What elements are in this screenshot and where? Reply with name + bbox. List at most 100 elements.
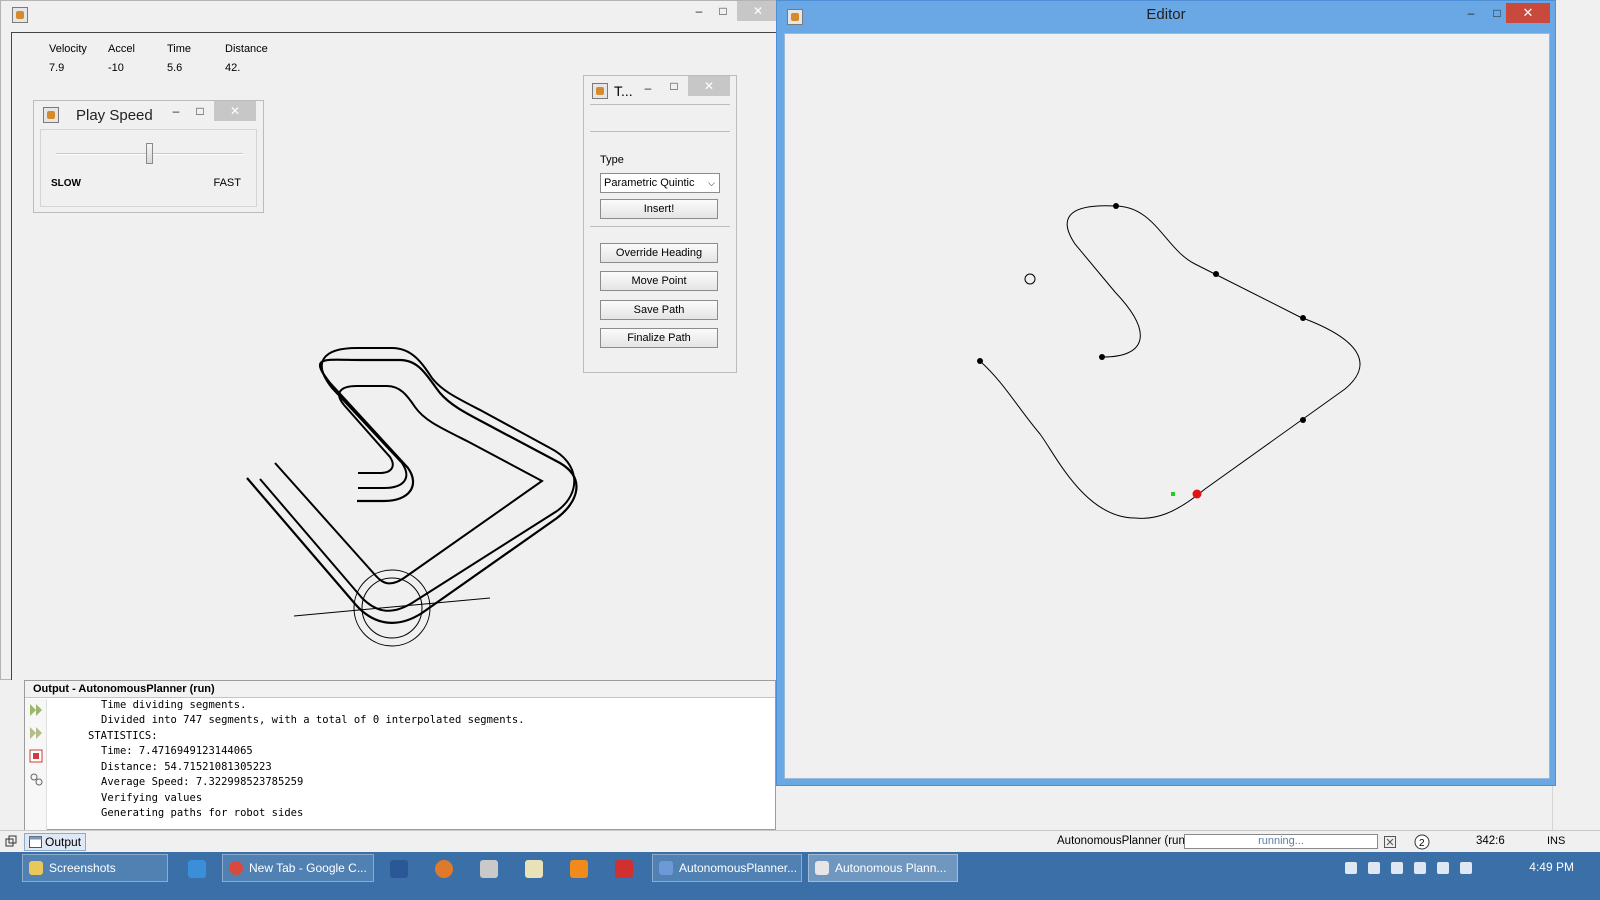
- output-line: Distance: 54.71521081305223: [101, 761, 272, 773]
- notepad-icon[interactable]: [525, 860, 543, 878]
- progress-bar: running...: [1184, 834, 1378, 849]
- java-app-icon: [43, 107, 59, 123]
- settings-icon[interactable]: [29, 772, 43, 786]
- output-line: Divided into 747 segments, with a total …: [101, 714, 525, 726]
- editor-canvas[interactable]: [784, 33, 1550, 779]
- taskbar-item-autonomous-planner[interactable]: Autonomous Plann...: [808, 854, 958, 882]
- stat-accel-value: -10: [108, 62, 124, 74]
- minimize-button[interactable]: –: [1457, 3, 1485, 23]
- close-button[interactable]: ✕: [737, 1, 779, 21]
- tray-icon[interactable]: [1391, 862, 1403, 874]
- path-point[interactable]: [1113, 203, 1119, 209]
- folder-icon: [29, 861, 43, 875]
- output-line: Generating paths for robot sides: [101, 807, 304, 819]
- word-icon[interactable]: [390, 860, 408, 878]
- taskbar: Screenshots New Tab - Google C... Autono…: [0, 852, 1600, 900]
- minimize-button[interactable]: –: [634, 78, 662, 98]
- path-point[interactable]: [1300, 417, 1306, 423]
- insert-button[interactable]: Insert!: [600, 199, 718, 219]
- firefox-icon[interactable]: [435, 860, 453, 878]
- move-point-button[interactable]: Move Point: [600, 271, 718, 291]
- chevron-down-icon: ⌵: [708, 178, 715, 188]
- restore-windows-icon[interactable]: [5, 835, 17, 847]
- close-button[interactable]: ✕: [1506, 3, 1550, 23]
- selected-path-point[interactable]: [1192, 489, 1202, 499]
- taskbar-item-label: Autonomous Plann...: [835, 861, 947, 875]
- maximize-button[interactable]: □: [660, 76, 688, 96]
- vlc-icon[interactable]: [570, 860, 588, 878]
- output-window-icon: [29, 836, 42, 848]
- tray-icon[interactable]: [1368, 862, 1380, 874]
- chrome-icon: [229, 861, 243, 875]
- stat-accel-label: Accel: [108, 43, 135, 55]
- taskbar-item-label: Screenshots: [49, 861, 116, 875]
- taskbar-item-netbeans[interactable]: AutonomousPlanner...: [652, 854, 802, 882]
- output-line: STATISTICS:: [88, 730, 158, 742]
- finalize-path-button[interactable]: Finalize Path: [600, 328, 718, 348]
- play-speed-slider-thumb[interactable]: [146, 143, 153, 164]
- show-hidden-icons-icon[interactable]: [1322, 862, 1330, 874]
- insert-mode-label: INS: [1547, 835, 1566, 847]
- play-speed-panel: SLOW FAST: [40, 129, 257, 207]
- taskbar-item-screenshots[interactable]: Screenshots: [22, 854, 168, 882]
- internet-explorer-icon[interactable]: [188, 860, 206, 878]
- play-speed-window: Play Speed – □ ✕ SLOW FAST: [33, 100, 264, 213]
- java-app-icon: [592, 83, 608, 99]
- power-icon[interactable]: [1414, 862, 1426, 874]
- volume-icon[interactable]: [1437, 862, 1449, 874]
- output-line: Time dividing segments.: [101, 699, 247, 711]
- tray-icon[interactable]: [1345, 862, 1357, 874]
- tools-window: T... – □ ✕ Type Parametric Quintic ⌵ Ins…: [583, 75, 737, 373]
- path-inner-line: [274, 385, 544, 585]
- maximize-button[interactable]: □: [186, 101, 214, 121]
- stop-icon[interactable]: [29, 749, 43, 763]
- rerun-different-icon[interactable]: [29, 726, 43, 740]
- robot-outer-circle: [353, 569, 431, 647]
- play-speed-title: Play Speed: [76, 107, 153, 124]
- path-point[interactable]: [1300, 315, 1306, 321]
- cursor-circle: [1024, 273, 1036, 285]
- save-path-button[interactable]: Save Path: [600, 300, 718, 320]
- close-button[interactable]: ✕: [214, 101, 256, 121]
- stat-distance-label: Distance: [225, 43, 268, 55]
- stat-distance-value: 42.: [225, 62, 241, 74]
- output-panel: Output - AutonomousPlanner (run) Time di…: [24, 680, 776, 830]
- path-point[interactable]: [1213, 271, 1219, 277]
- path-point[interactable]: [1099, 354, 1105, 360]
- java-app-icon: [12, 7, 28, 23]
- taskbar-item-label: New Tab - Google C...: [249, 861, 367, 875]
- cancel-process-icon[interactable]: [1384, 836, 1396, 848]
- maximize-button[interactable]: □: [709, 1, 737, 21]
- network-icon[interactable]: [1460, 862, 1472, 874]
- taskbar-item-chrome[interactable]: New Tab - Google C...: [222, 854, 374, 882]
- java-app-icon: [815, 861, 829, 875]
- output-header: Output - AutonomousPlanner (run): [25, 681, 775, 698]
- stat-time-label: Time: [167, 43, 192, 55]
- robot-inner-circle: [361, 577, 423, 639]
- background-window-edge: [1552, 0, 1600, 852]
- output-line: Average Speed: 7.322998523785259: [101, 776, 304, 788]
- netbeans-icon: [659, 861, 673, 875]
- stat-velocity-label: Velocity: [49, 43, 87, 55]
- robot-position-marker: [1171, 492, 1175, 496]
- editor-window: Editor – □ ✕: [776, 0, 1556, 786]
- stat-time-value: 5.6: [167, 62, 183, 74]
- clock[interactable]: 4:49 PM: [1529, 860, 1574, 874]
- app-icon[interactable]: [615, 860, 633, 878]
- app-icon[interactable]: [480, 860, 498, 878]
- tools-title: T...: [614, 83, 633, 99]
- rerun-icon[interactable]: [29, 703, 43, 717]
- spline-type-value: Parametric Quintic: [604, 177, 695, 189]
- path-point[interactable]: [977, 358, 983, 364]
- fast-label: FAST: [213, 177, 241, 189]
- output-tab-label: Output: [45, 835, 82, 849]
- notifications-icon[interactable]: 2: [1414, 834, 1430, 850]
- status-bar: Output AutonomousPlanner (run) running..…: [0, 830, 1600, 852]
- spline-path: [979, 205, 1361, 519]
- cursor-position: 342:6: [1476, 835, 1505, 847]
- spline-type-select[interactable]: Parametric Quintic ⌵: [600, 173, 720, 193]
- output-tab[interactable]: Output: [24, 833, 86, 851]
- close-button[interactable]: ✕: [688, 76, 730, 96]
- override-heading-button[interactable]: Override Heading: [600, 243, 718, 263]
- stat-velocity-value: 7.9: [49, 62, 65, 74]
